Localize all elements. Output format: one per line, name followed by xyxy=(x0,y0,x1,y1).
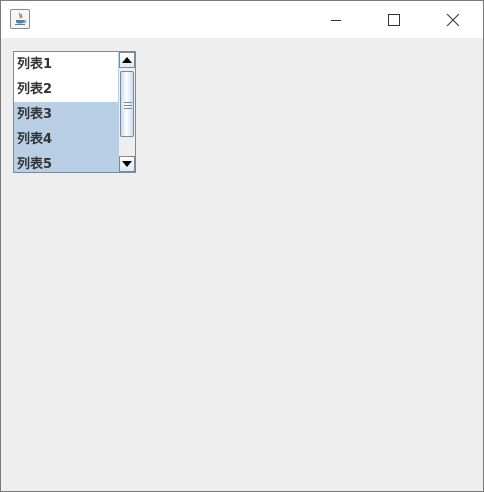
maximize-button[interactable] xyxy=(371,1,417,38)
scroll-down-button[interactable] xyxy=(119,156,135,172)
app-window: 列表1 列表2 列表3 列表4 列表5 xyxy=(0,0,484,492)
maximize-icon xyxy=(388,13,400,26)
list-item[interactable]: 列表4 xyxy=(14,127,118,152)
list-item[interactable]: 列表5 xyxy=(14,152,118,172)
scroll-thumb[interactable] xyxy=(120,71,134,137)
scroll-up-button[interactable] xyxy=(119,52,135,68)
grip-icon xyxy=(124,102,132,109)
list-scroll-pane[interactable]: 列表1 列表2 列表3 列表4 列表5 xyxy=(13,51,136,173)
item-list[interactable]: 列表1 列表2 列表3 列表4 列表5 xyxy=(14,52,118,172)
vertical-scrollbar[interactable] xyxy=(118,52,135,172)
list-item[interactable]: 列表1 xyxy=(14,52,118,77)
arrow-down-icon xyxy=(122,161,132,167)
arrow-up-icon xyxy=(122,57,132,63)
minimize-button[interactable] xyxy=(313,1,359,38)
list-item[interactable]: 列表3 xyxy=(14,102,118,127)
close-icon xyxy=(446,13,460,26)
java-app-icon[interactable] xyxy=(10,9,30,29)
list-item[interactable]: 列表2 xyxy=(14,77,118,102)
close-button[interactable] xyxy=(430,1,476,38)
content-pane: 列表1 列表2 列表3 列表4 列表5 xyxy=(1,38,483,491)
minimize-icon xyxy=(331,19,341,21)
title-bar[interactable] xyxy=(1,1,483,38)
